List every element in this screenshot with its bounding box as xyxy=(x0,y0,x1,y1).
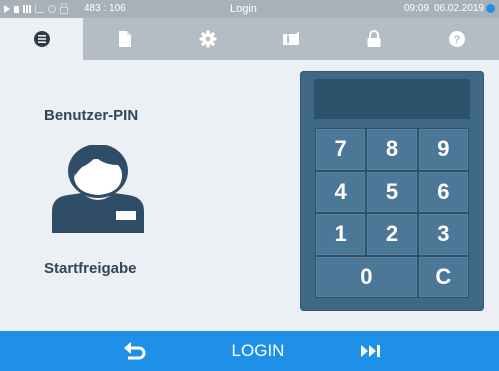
tab-info[interactable] xyxy=(250,18,333,60)
circle-status-icon xyxy=(48,5,56,13)
key-4[interactable]: 4 xyxy=(315,170,367,213)
status-coordinates: 483 : 106 xyxy=(84,3,126,14)
status-bar: 483 : 106 Login 09:09 06.02.2019 xyxy=(0,0,499,18)
help-icon: ? xyxy=(449,31,466,47)
tab-help[interactable]: ? xyxy=(416,18,499,60)
tab-documents[interactable] xyxy=(83,18,166,60)
main-content: Benutzer-PIN Startfreigabe 7 8 9 4 5 6 1… xyxy=(0,60,499,331)
lock-icon xyxy=(367,30,381,47)
play-icon xyxy=(4,5,10,13)
svg-text:?: ? xyxy=(454,34,461,46)
pin-display xyxy=(314,79,470,119)
keypad-panel: 7 8 9 4 5 6 1 2 3 0 C xyxy=(300,71,484,311)
chart-icon xyxy=(35,5,44,13)
skip-forward-icon xyxy=(361,345,380,357)
back-button[interactable] xyxy=(110,331,160,371)
keypad-grid: 7 8 9 4 5 6 1 2 3 0 C xyxy=(315,128,469,298)
tab-bar: ? xyxy=(0,18,499,60)
document-icon xyxy=(118,31,131,47)
status-icons xyxy=(4,0,68,18)
key-7[interactable]: 7 xyxy=(315,128,367,171)
gear-icon xyxy=(199,30,217,48)
menu-list-icon xyxy=(33,31,50,47)
login-screen: 483 : 106 Login 09:09 06.02.2019 ? Benut… xyxy=(0,0,499,371)
tab-settings[interactable] xyxy=(166,18,249,60)
document-status-icon xyxy=(14,5,19,13)
login-title: LOGIN xyxy=(231,341,285,360)
pin-label: Benutzer-PIN xyxy=(44,107,139,124)
key-clear[interactable]: C xyxy=(417,255,469,298)
status-time: 09:09 xyxy=(404,3,430,14)
signal-bars-icon xyxy=(23,5,31,13)
tab-lock[interactable] xyxy=(333,18,416,60)
back-arrow-icon xyxy=(124,342,146,360)
skip-button[interactable] xyxy=(346,331,396,371)
key-8[interactable]: 8 xyxy=(366,128,418,171)
lock-status-icon xyxy=(60,3,68,14)
status-date: 06.02.2019 xyxy=(434,3,485,14)
key-3[interactable]: 3 xyxy=(417,213,469,256)
key-1[interactable]: 1 xyxy=(315,213,367,256)
key-9[interactable]: 9 xyxy=(417,128,469,171)
release-label: Startfreigabe xyxy=(44,260,137,277)
tab-menu[interactable] xyxy=(0,18,84,60)
user-avatar-icon xyxy=(52,145,144,233)
key-5[interactable]: 5 xyxy=(366,170,418,213)
status-title: Login xyxy=(230,3,257,15)
alert-indicator-icon[interactable] xyxy=(486,4,495,13)
key-6[interactable]: 6 xyxy=(417,170,469,213)
key-0[interactable]: 0 xyxy=(315,255,418,298)
bottom-bar: LOGIN xyxy=(0,331,499,371)
info-card-icon xyxy=(283,31,300,45)
key-2[interactable]: 2 xyxy=(366,213,418,256)
